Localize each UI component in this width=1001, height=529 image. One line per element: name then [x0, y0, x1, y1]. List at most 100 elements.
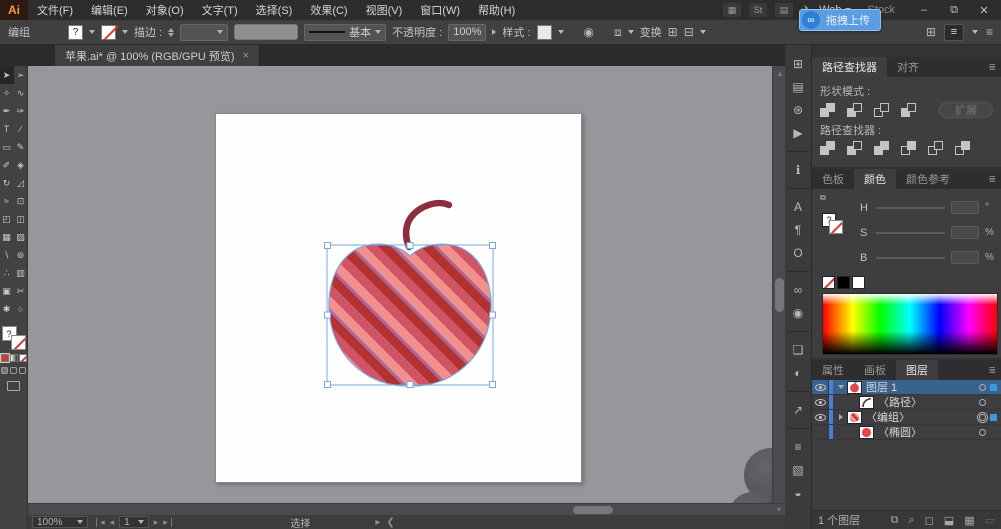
status-collapse-icon[interactable]: ❮	[386, 517, 394, 528]
artboard-tool[interactable]: ▣	[0, 282, 14, 300]
layer-thumbnail[interactable]	[859, 425, 874, 439]
transform-panel-icon[interactable]: ⊞	[793, 57, 803, 71]
exclude-icon[interactable]	[901, 102, 918, 118]
recolor-artwork-icon[interactable]: ◉	[584, 25, 594, 39]
none-swatch[interactable]	[822, 276, 835, 289]
draw-behind-mode-icon[interactable]	[10, 367, 17, 374]
panel-menu-icon[interactable]: ≣	[988, 62, 996, 73]
layer-name[interactable]: 〈椭圆〉	[878, 424, 922, 440]
artboards-panel-icon[interactable]: ▤	[792, 80, 803, 94]
free-transform-tool[interactable]: ⊡	[14, 192, 28, 210]
delete-layer-icon[interactable]: ▭	[985, 514, 995, 527]
crop-icon[interactable]	[901, 141, 918, 156]
chevron-down-icon[interactable]	[699, 30, 706, 34]
panel-mode-icon[interactable]: ≡	[943, 23, 964, 41]
menu-edit[interactable]: 编辑(E)	[82, 0, 137, 20]
opentype-panel-icon[interactable]: O	[793, 246, 802, 260]
control-menu-icon[interactable]: ≡	[986, 25, 993, 39]
apple-body-shape[interactable]	[328, 243, 492, 387]
new-layer-icon[interactable]: ▦	[964, 514, 974, 527]
visibility-toggle[interactable]	[812, 395, 829, 409]
target-circle-icon[interactable]	[979, 383, 986, 391]
paragraph-panel-icon[interactable]: ¶	[795, 223, 801, 237]
magic-wand-tool[interactable]: ✧	[0, 84, 14, 102]
eyedropper-tool[interactable]: ∖	[0, 246, 14, 264]
saturation-slider[interactable]	[876, 231, 945, 234]
new-sublayer-icon[interactable]: ⬓	[944, 514, 954, 527]
target-circle-icon[interactable]	[979, 428, 986, 436]
cc-libraries-panel-icon[interactable]: ◉	[793, 306, 803, 320]
bridge-icon[interactable]: ▦	[723, 3, 741, 17]
layer-row-ellipse[interactable]: 〈椭圆〉	[812, 425, 1001, 440]
paintbrush-tool[interactable]: ✎	[14, 138, 28, 156]
brightness-value-field[interactable]	[951, 251, 979, 264]
character-panel-icon[interactable]: A	[794, 200, 802, 214]
width-tool[interactable]: ≈	[0, 192, 14, 210]
color-button[interactable]	[0, 353, 10, 363]
layer-name[interactable]: 〈编组〉	[866, 409, 910, 425]
slice-tool[interactable]: ✂	[14, 282, 28, 300]
color-stroke-proxy[interactable]	[829, 220, 843, 234]
graphic-style-swatch[interactable]	[536, 24, 552, 40]
vertical-scrollbar[interactable]: ▲	[772, 66, 785, 503]
export-panel-icon[interactable]: ↗	[793, 403, 803, 417]
menu-type[interactable]: 文字(T)	[193, 0, 247, 20]
expand-button[interactable]: 扩展	[939, 102, 993, 118]
tab-close-icon[interactable]: ×	[242, 50, 248, 62]
actions-panel-icon[interactable]: ⊛	[793, 103, 803, 117]
fill-color-swatch[interactable]	[68, 24, 83, 40]
status-expand-icon[interactable]: ▸	[375, 517, 380, 528]
minimize-button[interactable]: –	[913, 4, 935, 16]
curvature-tool[interactable]: ✑	[14, 102, 28, 120]
mesh-tool[interactable]: ▦	[0, 228, 14, 246]
layer-thumbnail[interactable]	[847, 410, 862, 424]
appearance-panel-icon[interactable]: ◐	[794, 366, 801, 380]
fill-stroke-pair-icon[interactable]: ⧉	[820, 193, 826, 203]
tab-artboards[interactable]: 画板	[854, 360, 896, 380]
draw-normal-mode-icon[interactable]	[1, 367, 8, 374]
chevron-down-icon[interactable]	[971, 30, 978, 34]
play-panel-icon[interactable]: ▶	[793, 126, 802, 140]
zoom-tool[interactable]: ○	[14, 300, 28, 318]
stroke-weight-field[interactable]	[180, 23, 229, 41]
layer-thumbnail[interactable]	[859, 395, 874, 409]
minus-back-icon[interactable]	[955, 141, 972, 156]
canvas-area[interactable]: ▲ ▾	[28, 66, 785, 515]
selection-proxy[interactable]	[990, 383, 997, 391]
eraser-tool[interactable]: ◈	[14, 156, 28, 174]
divide-icon[interactable]	[820, 141, 837, 156]
layer-row-path[interactable]: 〈路径〉	[812, 395, 1001, 410]
next-artboard-icon[interactable]: ▸	[154, 517, 159, 528]
layer-row-layer1[interactable]: 图层 1	[812, 380, 1001, 395]
chevron-down-icon[interactable]	[89, 30, 95, 34]
menu-select[interactable]: 选择(S)	[247, 0, 302, 20]
locate-object-icon[interactable]: ⌕	[908, 514, 914, 527]
color-fill-stroke-indicator[interactable]: ?	[822, 213, 848, 239]
unite-icon[interactable]	[820, 102, 837, 118]
fill-stroke-indicator[interactable]: ?	[1, 326, 26, 350]
restore-button[interactable]: ⧉	[943, 4, 965, 17]
rectangle-tool[interactable]: ▭	[0, 138, 14, 156]
previous-artboard-icon[interactable]: ◂	[110, 517, 115, 528]
tab-swatches[interactable]: 色板	[812, 169, 854, 189]
align-icon[interactable]: ⊞	[668, 25, 678, 39]
rotate-tool[interactable]: ↻	[0, 174, 14, 192]
line-segment-tool[interactable]: ∕	[14, 120, 28, 138]
menu-view[interactable]: 视图(V)	[357, 0, 412, 20]
panel-menu-icon[interactable]: ≣	[988, 365, 996, 376]
white-swatch[interactable]	[852, 276, 865, 289]
pen-tool[interactable]: ✒	[0, 102, 14, 120]
make-mask-icon[interactable]: ◻	[925, 514, 934, 527]
apple-stem-path[interactable]	[402, 199, 453, 251]
blend-tool[interactable]: ⊚	[14, 246, 28, 264]
brush-definition-dropdown[interactable]	[234, 24, 299, 40]
navigator-panel-icon[interactable]: ◒	[794, 486, 801, 500]
saturation-value-field[interactable]	[951, 226, 979, 239]
chevron-down-icon[interactable]	[627, 30, 634, 34]
brightness-slider[interactable]	[876, 256, 945, 259]
stock-icon[interactable]: St	[749, 3, 767, 17]
hand-tool[interactable]: ✱	[0, 300, 14, 318]
menu-object[interactable]: 对象(O)	[137, 0, 193, 20]
none-button[interactable]	[18, 354, 27, 362]
black-swatch[interactable]	[837, 276, 850, 289]
